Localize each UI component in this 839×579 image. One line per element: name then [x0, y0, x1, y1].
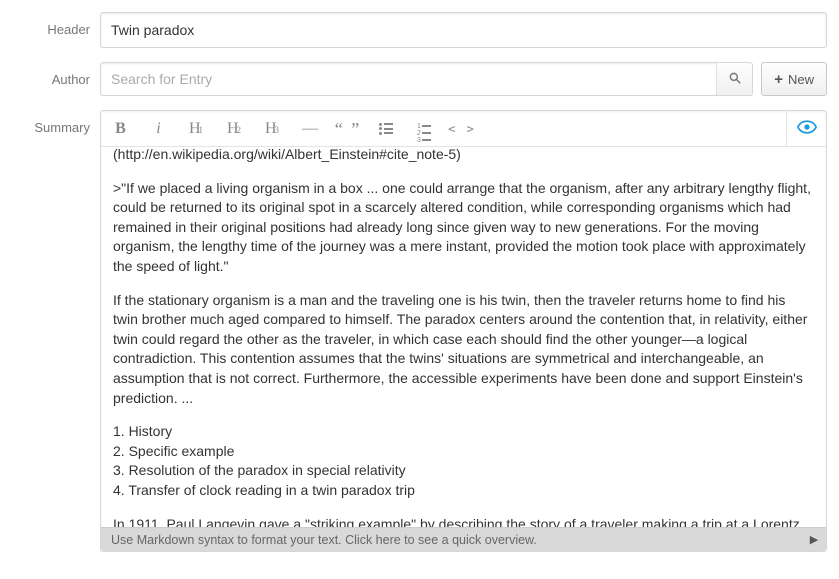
editor-textarea[interactable]: (http://en.wikipedia.org/wiki/Albert_Ein…	[101, 147, 826, 527]
chevron-right-icon: ▶	[802, 533, 826, 546]
author-new-button[interactable]: + New	[761, 62, 827, 96]
h3-button[interactable]: H3	[253, 111, 291, 147]
plus-icon: +	[774, 72, 783, 87]
content-url-line: (http://en.wikipedia.org/wiki/Albert_Ein…	[113, 147, 814, 165]
content-1911: In 1911, Paul Langevin gave a "striking …	[113, 515, 814, 528]
hr-button[interactable]: —	[291, 111, 329, 147]
summary-label: Summary	[0, 110, 90, 135]
ul-icon	[379, 123, 393, 135]
content-quote: >"If we placed a living organism in a bo…	[113, 179, 814, 277]
search-icon	[728, 71, 742, 88]
author-label: Author	[0, 62, 90, 87]
code-button[interactable]: < >	[443, 111, 481, 147]
eye-icon	[797, 120, 817, 137]
header-input[interactable]	[100, 12, 827, 48]
content-list-4: 4. Transfer of clock reading in a twin p…	[113, 481, 814, 501]
h3-icon: H3	[265, 120, 279, 138]
summary-editor: B i H1 H2 H3	[100, 110, 827, 552]
ol-button[interactable]: 1 2 3	[405, 111, 443, 147]
code-icon: < >	[448, 122, 476, 136]
hr-icon: —	[302, 120, 318, 138]
quote-icon: “ ”	[335, 120, 361, 138]
ul-button[interactable]	[367, 111, 405, 147]
markdown-hint-text: Use Markdown syntax to format your text.…	[111, 533, 537, 547]
author-search-input[interactable]	[101, 63, 716, 95]
header-label: Header	[0, 12, 90, 37]
content-list-3: 3. Resolution of the paradox in special …	[113, 461, 814, 481]
italic-icon: i	[156, 120, 159, 138]
content-intro: If the stationary organism is a man and …	[113, 291, 814, 409]
author-search-button[interactable]	[716, 63, 752, 95]
preview-button[interactable]	[786, 111, 826, 147]
h1-icon: H1	[189, 120, 203, 138]
h2-icon: H2	[227, 120, 241, 138]
h2-button[interactable]: H2	[215, 111, 253, 147]
italic-button[interactable]: i	[139, 111, 177, 147]
markdown-hint-bar[interactable]: Use Markdown syntax to format your text.…	[101, 527, 826, 551]
content-list-2: 2. Specific example	[113, 442, 814, 462]
h1-button[interactable]: H1	[177, 111, 215, 147]
author-search[interactable]	[100, 62, 753, 96]
new-button-label: New	[788, 72, 814, 87]
quote-button[interactable]: “ ”	[329, 111, 367, 147]
content-list-1: 1. History	[113, 422, 814, 442]
ol-icon: 1 2 3	[417, 123, 431, 135]
bold-icon: B	[115, 120, 125, 138]
bold-button[interactable]: B	[101, 111, 139, 147]
editor-toolbar: B i H1 H2 H3	[101, 111, 826, 147]
